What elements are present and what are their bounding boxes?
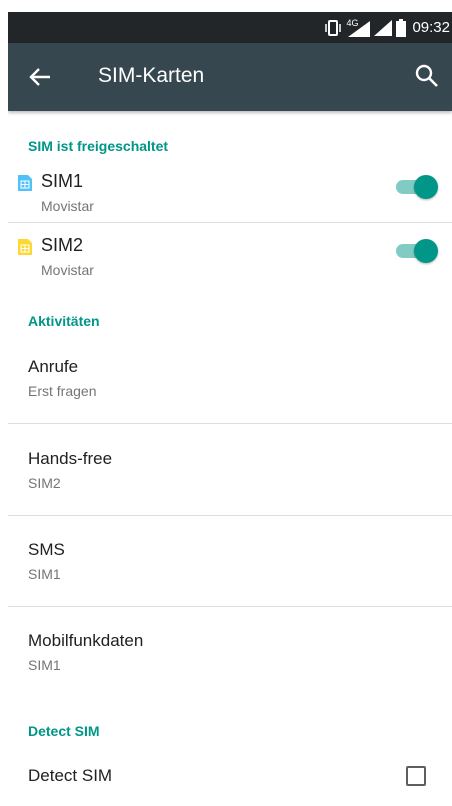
toggle-thumb xyxy=(414,239,438,263)
sim-card-icon xyxy=(18,175,32,191)
sim-row-sim2[interactable]: SIM2 Movistar xyxy=(8,234,452,294)
setting-value: SIM1 xyxy=(28,657,61,673)
section-header-sim: SIM ist freigeschaltet xyxy=(28,138,169,154)
sim2-toggle[interactable] xyxy=(394,237,438,265)
sim1-toggle[interactable] xyxy=(394,173,438,201)
setting-title: Anrufe xyxy=(28,357,79,376)
toggle-thumb xyxy=(414,175,438,199)
sim-carrier: Movistar xyxy=(41,262,94,278)
divider xyxy=(8,606,452,607)
sim-carrier: Movistar xyxy=(41,198,94,214)
divider xyxy=(8,222,452,223)
setting-title: SMS xyxy=(28,540,65,559)
sim-name: SIM2 xyxy=(41,235,84,255)
status-time: 09:32 xyxy=(412,19,450,36)
toolbar: SIM-Karten xyxy=(8,43,452,111)
setting-value: SIM1 xyxy=(28,566,61,582)
divider xyxy=(8,515,452,516)
setting-item-hands-free[interactable]: Hands-free SIM2 xyxy=(8,449,452,539)
setting-value: Erst fragen xyxy=(28,383,97,399)
setting-item-sms[interactable]: SMS SIM1 xyxy=(8,540,452,630)
screen: 4G 09:32 SIM-Karten SIM ist freigeschalt… xyxy=(8,12,452,806)
section-header-detect-sim: Detect SIM xyxy=(28,723,100,739)
battery-icon xyxy=(396,18,407,37)
search-icon[interactable] xyxy=(414,63,440,89)
vibrate-icon xyxy=(325,19,342,36)
setting-item-detect-sim[interactable]: Detect SIM xyxy=(8,766,452,806)
back-arrow-icon[interactable] xyxy=(26,63,54,91)
divider xyxy=(8,423,452,424)
detect-sim-checkbox[interactable] xyxy=(406,766,426,786)
signal-icon-sim1 xyxy=(348,20,371,37)
sim-card-icon xyxy=(18,239,32,255)
section-header-activities: Aktivitäten xyxy=(28,313,100,329)
setting-item-calls[interactable]: Anrufe Erst fragen xyxy=(8,357,452,447)
status-bar: 4G 09:32 xyxy=(8,12,452,43)
setting-title: Hands-free xyxy=(28,449,113,468)
setting-title: Mobilfunkdaten xyxy=(28,631,144,650)
sim-row-sim1[interactable]: SIM1 Movistar xyxy=(8,170,452,230)
page-title: SIM-Karten xyxy=(98,64,205,87)
signal-icon-sim2 xyxy=(374,19,393,36)
sim-name: SIM1 xyxy=(41,171,84,191)
setting-value: SIM2 xyxy=(28,475,61,491)
setting-title: Detect SIM xyxy=(28,766,113,785)
setting-item-mobile-data[interactable]: Mobilfunkdaten SIM1 xyxy=(8,631,452,721)
